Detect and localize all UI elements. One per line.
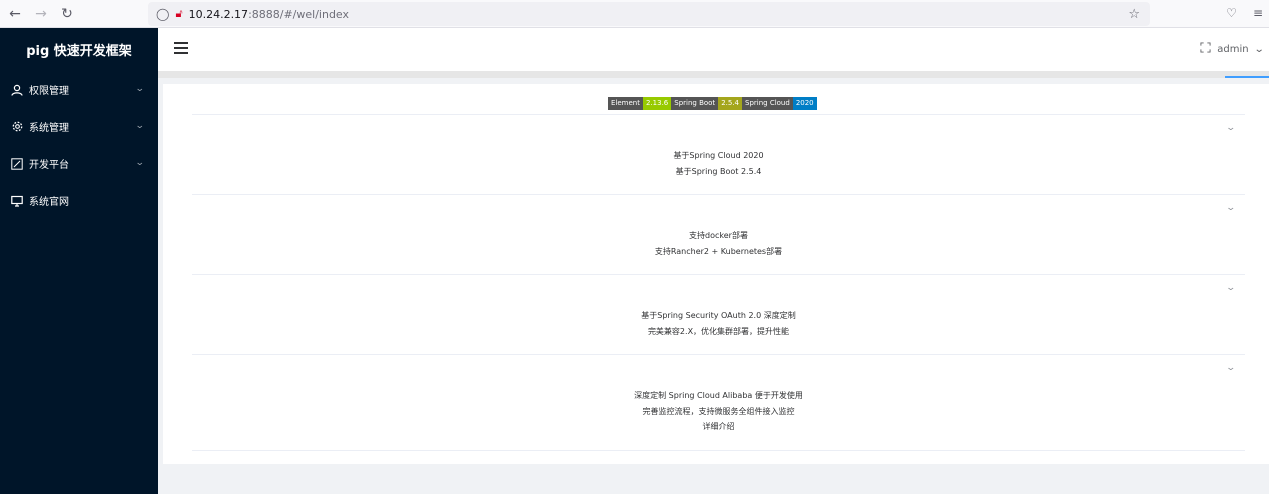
address-bar[interactable]: ◯ 🔓︎ 10.24.2.17:8888/#/wel/index ☆ xyxy=(148,2,1150,26)
menu-icon[interactable]: ≡ xyxy=(1253,6,1263,20)
chevron-down-icon[interactable]: ⌄ xyxy=(1226,283,1237,293)
shield-icon[interactable]: ◯ xyxy=(156,7,169,21)
user-name[interactable]: admin xyxy=(1217,44,1248,55)
collapse-panel[interactable]: ⌄ 支持docker部署 支持Rancher2 + Kubernetes部署 xyxy=(192,194,1245,274)
sidebar-item-label: 权限管理 xyxy=(29,86,69,97)
version-badges: Element 2.13.6 Spring Boot 2.5.4 Spring … xyxy=(608,97,817,110)
chevron-down-icon[interactable]: ⌄ xyxy=(1226,203,1237,213)
badge-element: Element 2.13.6 xyxy=(608,97,672,110)
sidebar-item-dev-platform[interactable]: 开发平台 ⌄ xyxy=(0,145,158,182)
forward-icon[interactable]: → xyxy=(30,3,52,25)
main-content: Element 2.13.6 Spring Boot 2.5.4 Spring … xyxy=(163,84,1269,464)
chevron-down-icon[interactable]: ⌄ xyxy=(1226,123,1237,133)
panel-link[interactable]: 详细介绍 xyxy=(192,421,1245,432)
panel-line: 支持docker部署 xyxy=(689,231,748,240)
tags-bar xyxy=(158,72,1269,78)
chevron-down-icon: ⌄ xyxy=(135,121,146,131)
badge-key: Spring Cloud xyxy=(742,97,793,110)
chevron-down-icon: ⌄ xyxy=(135,158,146,168)
pocket-icon[interactable]: ♡ xyxy=(1226,6,1237,20)
fullscreen-icon[interactable] xyxy=(1200,42,1211,56)
bookmark-star-icon[interactable]: ☆ xyxy=(1128,7,1140,22)
reload-icon[interactable]: ↻ xyxy=(56,3,78,25)
divider xyxy=(192,450,1245,451)
badge-key: Spring Boot xyxy=(671,97,719,110)
browser-toolbar: ← → ↻ ◯ 🔓︎ 10.24.2.17:8888/#/wel/index ☆… xyxy=(0,0,1269,28)
sidebar-item-website[interactable]: 系统官网 xyxy=(0,182,158,219)
panel-line: 支持Rancher2 + Kubernetes部署 xyxy=(654,247,783,256)
top-header: admin ⌄ xyxy=(158,28,1269,72)
sidebar-item-label: 系统官网 xyxy=(29,197,69,208)
badge-value: 2020 xyxy=(792,97,817,110)
back-icon[interactable]: ← xyxy=(4,3,26,25)
user-icon xyxy=(10,83,24,97)
edit-icon xyxy=(10,157,24,171)
collapse-panel[interactable]: ⌄ 基于Spring Security OAuth 2.0 深度定制 完美兼容2… xyxy=(192,274,1245,354)
sidebar-item-permissions[interactable]: 权限管理 ⌄ xyxy=(0,71,158,108)
panel-line: 完善监控流程，支持微服务全组件接入监控 xyxy=(642,407,795,416)
gear-icon xyxy=(10,120,24,134)
badge-value: 2.13.6 xyxy=(642,97,672,110)
app-logo-title[interactable]: pig 快速开发框架 xyxy=(0,28,158,71)
chevron-down-icon[interactable]: ⌄ xyxy=(1253,44,1264,55)
insecure-lock-icon[interactable]: 🔓︎ xyxy=(175,7,182,21)
collapse-panel[interactable]: ⌄ 基于Spring Cloud 2020 基于Spring Boot 2.5.… xyxy=(192,114,1245,194)
panel-line: 基于Spring Security OAuth 2.0 深度定制 xyxy=(641,311,796,320)
sidebar-item-label: 系统管理 xyxy=(29,123,69,134)
hamburger-icon[interactable] xyxy=(174,42,188,54)
badge-value: 2.5.4 xyxy=(718,97,742,110)
url-host: 10.24.2.17 xyxy=(188,7,249,21)
panel-line: 基于Spring Cloud 2020 xyxy=(673,151,764,160)
badge-spring-boot: Spring Boot 2.5.4 xyxy=(671,97,742,110)
sidebar-item-label: 开发平台 xyxy=(29,160,69,171)
collapse-panel[interactable]: ⌄ 深度定制 Spring Cloud Alibaba 便于开发使用 完善监控流… xyxy=(192,354,1245,450)
sidebar: pig 快速开发框架 权限管理 ⌄ 系统管理 ⌄ 开发平台 ⌄ 系统官网 xyxy=(0,28,158,494)
panel-line: 深度定制 Spring Cloud Alibaba 便于开发使用 xyxy=(634,391,803,400)
chevron-down-icon: ⌄ xyxy=(135,84,146,94)
panel-line: 完美兼容2.X，优化集群部署，提升性能 xyxy=(647,327,790,336)
sidebar-item-system[interactable]: 系统管理 ⌄ xyxy=(0,108,158,145)
chevron-down-icon[interactable]: ⌄ xyxy=(1226,363,1237,373)
badge-key: Element xyxy=(608,97,643,110)
active-tag-indicator xyxy=(1225,76,1269,78)
monitor-icon xyxy=(10,194,24,208)
panel-line: 基于Spring Boot 2.5.4 xyxy=(675,167,762,176)
badge-spring-cloud: Spring Cloud 2020 xyxy=(742,97,817,110)
url-path: :8888/#/wel/index xyxy=(248,7,350,21)
